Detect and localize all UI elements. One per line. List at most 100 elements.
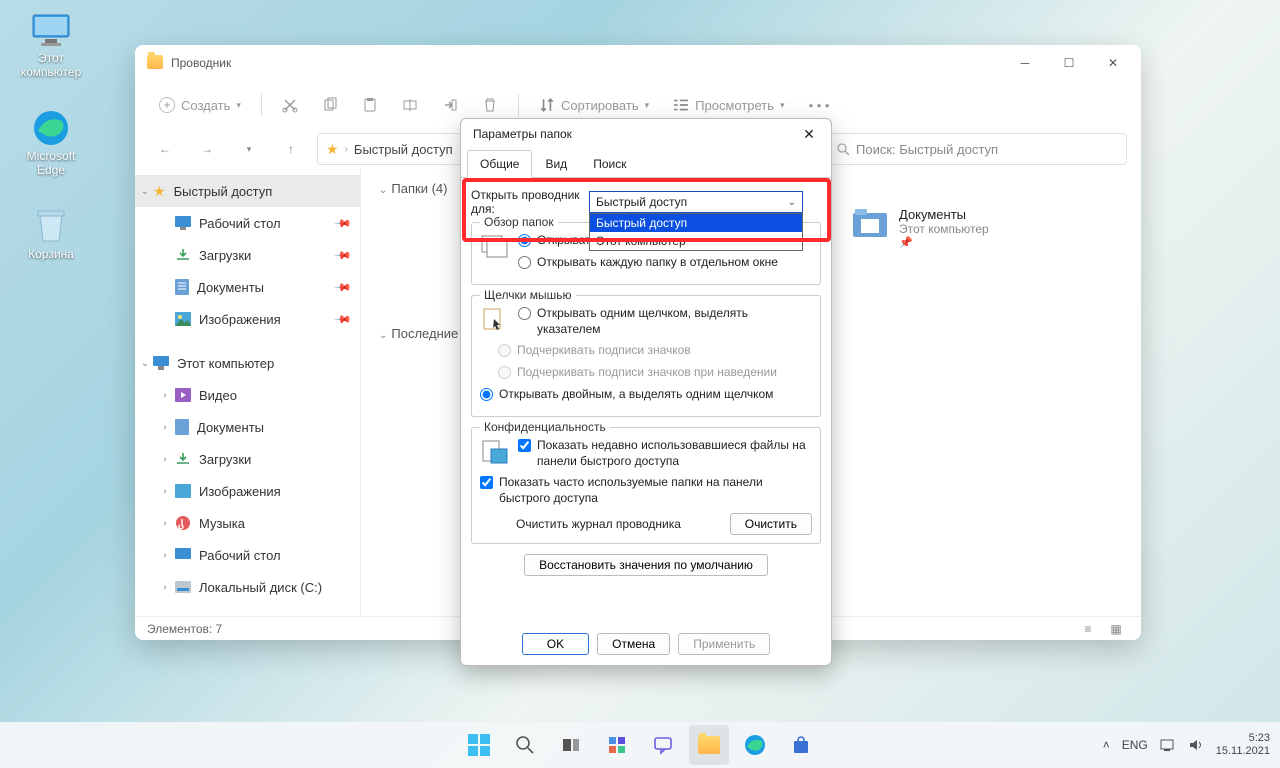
rename-button[interactable]: [392, 89, 428, 121]
pin-icon: 📌: [899, 236, 989, 249]
pin-icon: 📌: [334, 214, 353, 233]
window-title: Проводник: [171, 56, 1003, 70]
share-button[interactable]: [432, 89, 468, 121]
taskbar-search[interactable]: [505, 725, 545, 765]
dialog-title: Параметры папок: [473, 127, 793, 141]
sidebar-pictures-pc[interactable]: ›Изображения: [135, 475, 360, 507]
combobox-dropdown: Быстрый доступ Этот компьютер: [589, 213, 803, 251]
document-icon: [175, 419, 189, 435]
tray-language[interactable]: ENG: [1122, 738, 1148, 752]
desktop-icon-label: Корзина: [14, 248, 88, 262]
tray-volume-icon[interactable]: [1188, 738, 1204, 752]
desktop-icon-edge[interactable]: Microsoft Edge: [14, 108, 88, 178]
pin-icon: 📌: [334, 310, 353, 329]
dialog-close-button[interactable]: ✕: [793, 122, 825, 146]
combo-option-this-pc[interactable]: Этот компьютер: [590, 232, 802, 250]
sidebar: ⌄★Быстрый доступ Рабочий стол📌 Загрузки📌…: [135, 169, 361, 616]
group-legend: Конфиденциальность: [480, 420, 610, 434]
taskbar-taskview[interactable]: [551, 725, 591, 765]
cancel-button[interactable]: Отмена: [597, 633, 670, 655]
delete-button[interactable]: [472, 89, 508, 121]
forward-button[interactable]: →: [191, 133, 223, 165]
star-icon: ★: [326, 141, 339, 158]
sidebar-quick-access[interactable]: ⌄★Быстрый доступ: [135, 175, 360, 207]
ok-button[interactable]: OK: [522, 633, 589, 655]
search-placeholder: Поиск: Быстрый доступ: [856, 142, 998, 157]
dialog-titlebar[interactable]: Параметры папок ✕: [461, 119, 831, 149]
copy-button[interactable]: [312, 89, 348, 121]
edge-icon: [31, 108, 71, 148]
open-for-combobox[interactable]: Быстрый доступ⌄ Быстрый доступ Этот комп…: [589, 191, 803, 213]
paste-button[interactable]: [352, 89, 388, 121]
sidebar-this-pc[interactable]: ⌄Этот компьютер: [135, 347, 360, 379]
tab-view[interactable]: Вид: [532, 150, 580, 178]
clear-button[interactable]: Очистить: [730, 513, 812, 535]
desktop-icon-this-pc[interactable]: Этот компьютер: [14, 10, 88, 80]
sidebar-documents-pc[interactable]: ›Документы: [135, 411, 360, 443]
radio-double-click[interactable]: [480, 388, 493, 401]
radio-underline-hover: [498, 366, 511, 379]
sidebar-videos[interactable]: ›Видео: [135, 379, 360, 411]
more-button[interactable]: • • •: [799, 89, 840, 121]
sidebar-local-disk[interactable]: ›Локальный диск (C:): [135, 571, 360, 603]
combo-option-quick-access[interactable]: Быстрый доступ: [590, 214, 802, 232]
tray-network-icon[interactable]: [1160, 738, 1176, 752]
apply-button[interactable]: Применить: [678, 633, 770, 655]
recent-button[interactable]: ▾: [233, 133, 265, 165]
taskbar-edge[interactable]: [735, 725, 775, 765]
privacy-group: Конфиденциальность Показать недавно испо…: [471, 427, 821, 543]
radio-single-click[interactable]: [518, 307, 531, 320]
cursor-icon: [480, 306, 510, 334]
tab-search[interactable]: Поиск: [580, 150, 639, 178]
minimize-button[interactable]: ─: [1003, 48, 1047, 78]
taskbar-widgets[interactable]: [597, 725, 637, 765]
tray-chevron-icon[interactable]: ˄: [1103, 738, 1110, 752]
new-button[interactable]: +Создать▾: [149, 89, 251, 121]
search-input[interactable]: Поиск: Быстрый доступ: [827, 133, 1127, 165]
sidebar-downloads-pc[interactable]: ›Загрузки: [135, 443, 360, 475]
checkbox-recent-files[interactable]: [518, 439, 531, 452]
desktop-icon: [175, 216, 191, 230]
drive-icon: [175, 581, 191, 593]
sidebar-downloads[interactable]: Загрузки📌: [135, 239, 360, 271]
tab-general[interactable]: Общие: [467, 150, 532, 178]
maximize-button[interactable]: ☐: [1047, 48, 1091, 78]
folder-item-documents[interactable]: ДокументыЭтот компьютер📌: [851, 207, 1051, 249]
recycle-bin-icon: [31, 206, 71, 246]
tray-clock[interactable]: 5:23 15.11.2021: [1216, 732, 1270, 758]
pin-icon: 📌: [334, 246, 353, 265]
restore-defaults-button[interactable]: Восстановить значения по умолчанию: [524, 554, 768, 576]
view-large-button[interactable]: ▦: [1103, 619, 1129, 639]
monitor-icon: [153, 356, 169, 370]
sort-button[interactable]: Сортировать▾: [529, 89, 659, 121]
view-button[interactable]: Просмотреть▾: [663, 89, 794, 121]
taskbar-store[interactable]: [781, 725, 821, 765]
radio-new-window[interactable]: [518, 256, 531, 269]
star-icon: ★: [153, 183, 166, 200]
radio-underline-always: [498, 344, 511, 357]
sidebar-desktop[interactable]: Рабочий стол📌: [135, 207, 360, 239]
sidebar-pictures[interactable]: Изображения📌: [135, 303, 360, 335]
sidebar-documents[interactable]: Документы📌: [135, 271, 360, 303]
close-button[interactable]: ✕: [1091, 48, 1135, 78]
view-details-button[interactable]: ≡: [1075, 619, 1101, 639]
document-folder-icon: [851, 207, 889, 239]
titlebar[interactable]: Проводник ─ ☐ ✕: [135, 45, 1141, 81]
sidebar-music[interactable]: ›Музыка: [135, 507, 360, 539]
back-button[interactable]: ←: [149, 133, 181, 165]
up-button[interactable]: ↑: [275, 133, 307, 165]
checkbox-frequent-folders[interactable]: [480, 476, 493, 489]
taskbar-chat[interactable]: [643, 725, 683, 765]
pin-icon: 📌: [334, 278, 353, 297]
open-for-label: Открыть проводник для:: [471, 188, 581, 216]
video-icon: [175, 388, 191, 402]
breadcrumb-text: Быстрый доступ: [354, 142, 453, 157]
taskbar-explorer[interactable]: [689, 725, 729, 765]
dialog-tabs: Общие Вид Поиск: [461, 149, 831, 178]
cut-button[interactable]: [272, 89, 308, 121]
desktop-icon-recycle[interactable]: Корзина: [14, 206, 88, 262]
start-button[interactable]: [459, 725, 499, 765]
sidebar-desktop-pc[interactable]: ›Рабочий стол: [135, 539, 360, 571]
desktop-icon-label: Microsoft Edge: [14, 150, 88, 178]
radio-same-window[interactable]: [518, 234, 531, 247]
